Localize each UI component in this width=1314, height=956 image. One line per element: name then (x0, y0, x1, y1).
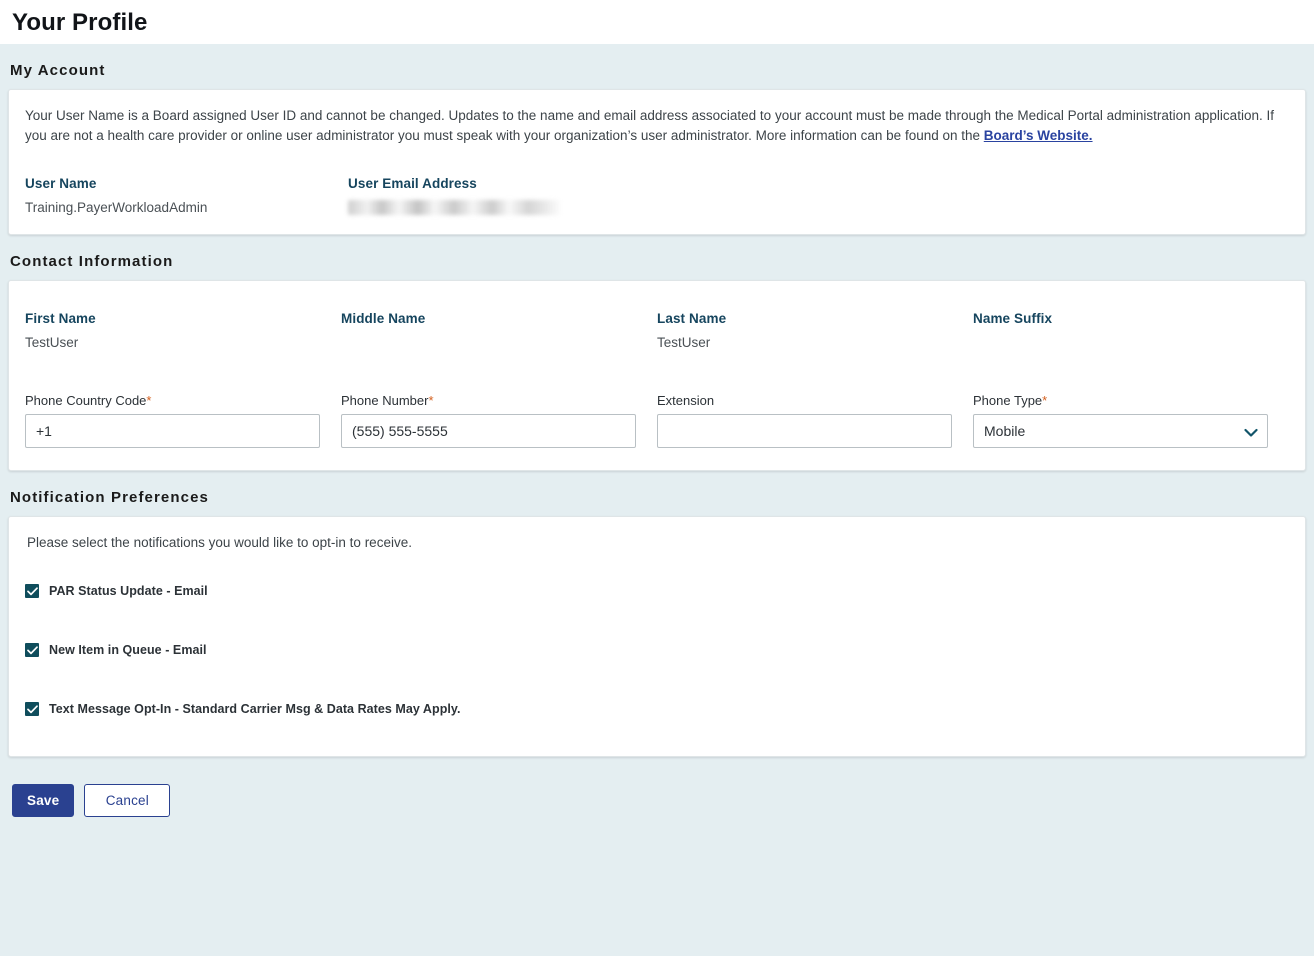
user-name-label: User Name (25, 176, 97, 191)
contact-information-card: First Name TestUser Middle Name Last Nam… (8, 280, 1306, 471)
first-name-value: TestUser (25, 335, 79, 350)
my-account-fields: User Name Training.PayerWorkloadAdmin Us… (25, 176, 1289, 216)
phone-fields-row: Phone Country Code* Phone Number* Extens… (25, 393, 1289, 448)
phone-type-label: Phone Type* (973, 393, 1289, 408)
boards-website-link[interactable]: Board’s Website. (984, 128, 1093, 143)
form-actions: Save Cancel (0, 757, 1314, 817)
phone-country-code-input[interactable] (25, 414, 320, 448)
name-fields-row: First Name TestUser Middle Name Last Nam… (25, 311, 1289, 350)
notification-item[interactable]: New Item in Queue - Email (25, 643, 1289, 657)
last-name-field: Last Name TestUser (657, 311, 973, 350)
my-account-intro: Your User Name is a Board assigned User … (25, 106, 1283, 146)
user-name-field: User Name Training.PayerWorkloadAdmin (25, 176, 348, 216)
notification-item[interactable]: Text Message Opt-In - Standard Carrier M… (25, 702, 1289, 716)
phone-country-code-label-text: Phone Country Code (25, 393, 147, 408)
name-suffix-label: Name Suffix (973, 311, 1053, 326)
checkbox-new-item-in-queue[interactable] (25, 643, 39, 657)
notification-item[interactable]: PAR Status Update - Email (25, 584, 1289, 598)
extension-label: Extension (657, 393, 973, 408)
user-email-label: User Email Address (348, 176, 477, 191)
extension-field: Extension (657, 393, 973, 448)
cancel-button[interactable]: Cancel (84, 784, 171, 817)
required-asterisk: * (428, 393, 434, 408)
phone-type-field: Phone Type* Mobile (973, 393, 1289, 448)
section-heading-contact-information: Contact Information (10, 253, 174, 270)
extension-input[interactable] (657, 414, 952, 448)
phone-type-select[interactable]: Mobile (973, 414, 1268, 448)
middle-name-field: Middle Name (341, 311, 657, 350)
last-name-label: Last Name (657, 311, 727, 326)
phone-number-label-text: Phone Number (341, 393, 429, 408)
redacted-email (348, 200, 560, 215)
notification-item-label[interactable]: Text Message Opt-In - Standard Carrier M… (49, 702, 461, 716)
my-account-card: Your User Name is a Board assigned User … (8, 89, 1306, 235)
notification-item-label[interactable]: New Item in Queue - Email (49, 643, 207, 657)
notification-item-label[interactable]: PAR Status Update - Email (49, 584, 208, 598)
user-email-value (348, 200, 671, 216)
required-asterisk: * (146, 393, 152, 408)
first-name-label: First Name (25, 311, 96, 326)
extension-label-text: Extension (657, 393, 715, 408)
checkbox-text-message-opt-in[interactable] (25, 702, 39, 716)
notification-preferences-card: Please select the notifications you woul… (8, 516, 1306, 757)
notification-intro: Please select the notifications you woul… (27, 535, 412, 550)
section-heading-notification-preferences: Notification Preferences (10, 489, 209, 506)
middle-name-label: Middle Name (341, 311, 426, 326)
first-name-field: First Name TestUser (25, 311, 341, 350)
user-name-value: Training.PayerWorkloadAdmin (25, 200, 208, 215)
phone-number-field: Phone Number* (341, 393, 657, 448)
user-email-field: User Email Address (348, 176, 671, 216)
phone-country-code-field: Phone Country Code* (25, 393, 341, 448)
phone-type-label-text: Phone Type (973, 393, 1043, 408)
phone-number-label: Phone Number* (341, 393, 657, 408)
last-name-value: TestUser (657, 335, 711, 350)
checkbox-par-status-update[interactable] (25, 584, 39, 598)
required-asterisk: * (1042, 393, 1048, 408)
phone-country-code-label: Phone Country Code* (25, 393, 341, 408)
phone-type-select-wrap: Mobile (973, 414, 1268, 448)
name-suffix-field: Name Suffix (973, 311, 1289, 350)
phone-number-input[interactable] (341, 414, 636, 448)
page-header: Your Profile (0, 0, 1314, 44)
section-heading-my-account: My Account (10, 62, 106, 79)
page-title: Your Profile (12, 9, 148, 36)
save-button[interactable]: Save (12, 784, 75, 817)
